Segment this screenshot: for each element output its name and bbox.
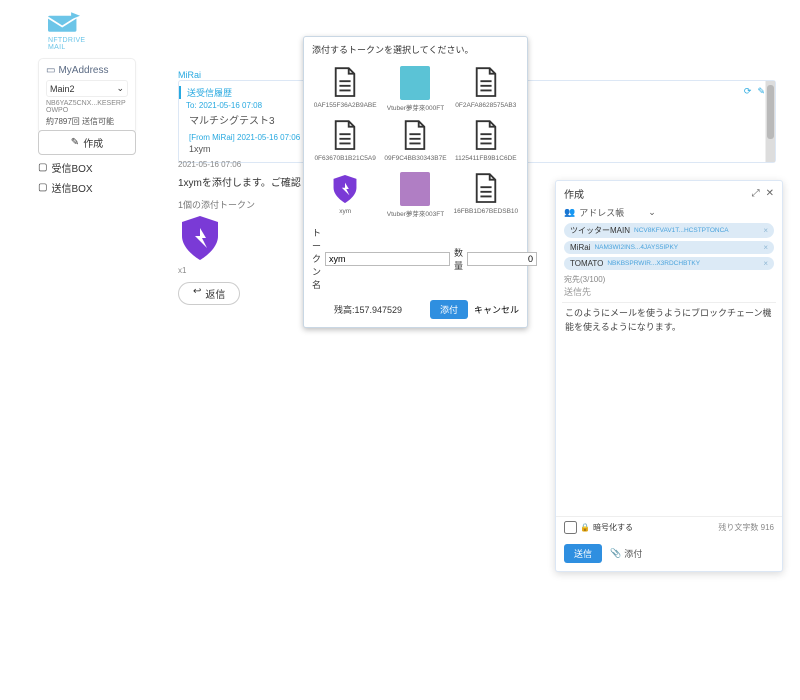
balance: 残高:157.947529 [312,303,424,316]
compose-title: 作成 [564,186,584,201]
send-button[interactable]: 送信 [564,544,602,563]
token-cell[interactable]: xym [310,168,380,221]
chip-remove-icon[interactable]: × [763,243,768,252]
recipient-chip[interactable]: MiRai NAM3WI2INS...4JAYS5IPKY × [564,241,774,254]
folder-icon: ▢ [38,182,47,193]
recipient-chip[interactable]: TOMATO NBKBSPRWIR...X3RDCHBTKY × [564,257,774,270]
token-label: Vtuber夢芽來000FT [387,102,444,111]
recipient-count: 宛先(3/100) [556,270,782,285]
token-cell[interactable]: 0F2AFA8628575AB3 [451,62,521,115]
token-cell[interactable]: Vtuber夢芽來000FT [380,62,450,115]
document-icon [400,119,430,153]
token-label: 1125411FB9B1C6DE [455,155,517,164]
chevron-down-icon: ⌄ [116,83,124,94]
reply-icon: ↩ [193,286,201,301]
brand-logo: NFTDRIVE MAIL [48,12,88,51]
token-label: Vtuber夢芽來003FT [387,208,444,217]
chip-name: ツイッターMAIN [570,225,630,236]
pencil-icon: ✎ [71,137,79,148]
token-cell[interactable]: 16FBB1D67BEDSB10 [451,168,521,221]
expand-icon[interactable]: ⤢ [752,188,760,199]
brand-name: NFTDRIVE MAIL [48,37,88,51]
token-label: 0AF155F36A2B9ABE [314,102,377,111]
dest-label: 送信先 [556,285,782,300]
token-label: 16FBB1D67BEDSB10 [453,208,518,217]
encrypt-toggle[interactable]: 🔒 暗号化する [564,521,633,534]
token-name-input[interactable] [325,252,450,266]
chars-remaining: 残り文字数 916 [718,522,774,533]
token-label: 0F2AFA8628575AB3 [455,102,516,111]
thread-scrollbar[interactable] [765,81,775,162]
token-cell[interactable]: 1125411FB9B1C6DE [451,115,521,168]
account-note: 約7897回 送信可能 [46,116,128,127]
myaddress-label: ▭ MyAddress [46,65,128,76]
paperclip-icon: 📎 [610,548,621,559]
token-name-label: トークン名 [312,226,321,291]
nft-thumbnail [400,66,430,100]
document-icon [330,119,360,153]
lock-icon: 🔒 [580,523,590,532]
chevron-down-icon: ⌄ [648,207,656,218]
chip-address: NCV8KFVAV1T...HCSTPTONCA [634,227,729,234]
token-cell[interactable]: 0F63670B1B21C5A9 [310,115,380,168]
history-label: 送受信履歴 [187,88,232,98]
card-icon: ▭ [46,65,55,76]
folder-icon: ▢ [38,162,47,173]
token-cell[interactable]: Vtuber夢芽來003FT [380,168,450,221]
token-cell[interactable]: 0AF155F36A2B9ABE [310,62,380,115]
modal-cancel-button[interactable]: キャンセル [474,303,519,316]
token-quantity: x1 [178,266,186,275]
attachment-count: 1個の添付トークン [178,198,255,211]
document-icon [471,119,501,153]
refresh-icon[interactable]: ⟳ [744,86,752,97]
chip-name: TOMATO [570,259,603,268]
attach-button[interactable]: 📎 添付 [610,547,642,560]
attached-token[interactable] [178,212,222,267]
document-icon [330,66,360,100]
nav-outbox[interactable]: ▢送信BOX [38,180,93,195]
qty-input[interactable] [467,252,537,266]
account-select[interactable]: Main2 ⌄ [46,80,128,97]
chip-name: MiRai [570,243,590,252]
msg-timestamp: 2021-05-16 07:06 [178,160,241,169]
myaddress-card: ▭ MyAddress Main2 ⌄ NB6YAZ5CNX...KESERPO… [38,58,136,134]
token-label: xym [339,208,351,217]
token-label: 0F63670B1B21C5A9 [314,155,375,164]
compose-panel: 作成 ⤢ ✕ 👥 アドレス帳 ⌄ ツイッターMAIN NCV8KFVAV1T...… [555,180,783,572]
token-label: 09F9C4BB30343B7E [384,155,446,164]
address-book-row[interactable]: 👥 アドレス帳 ⌄ [556,206,782,223]
modal-attach-button[interactable]: 添付 [430,300,468,319]
recipient-chip[interactable]: ツイッターMAIN NCV8KFVAV1T...HCSTPTONCA × [564,223,774,238]
chip-remove-icon[interactable]: × [763,226,768,235]
reply-button[interactable]: ↩ 返信 [178,282,240,305]
chip-address: NAM3WI2INS...4JAYS5IPKY [594,244,678,251]
encrypt-checkbox[interactable] [564,521,577,534]
compose-button[interactable]: ✎ 作成 [38,130,136,155]
document-icon [471,66,501,100]
qty-label: 数量 [454,246,463,272]
modal-title: 添付するトークンを選択してください。 [304,37,527,62]
compose-body[interactable]: このようにメールを使うようにブロックチェーン機能を使えるようになります。 [562,302,776,514]
token-picker-modal: 添付するトークンを選択してください。 0AF155F36A2B9ABE Vtube… [303,36,528,328]
nft-thumbnail [400,172,430,206]
shield-icon [330,172,360,206]
thread-sender: MiRai [178,70,201,80]
token-cell[interactable]: 09F9C4BB30343B7E [380,115,450,168]
account-address: NB6YAZ5CNX...KESERPOWPO [46,100,128,114]
close-icon[interactable]: ✕ [766,188,774,199]
nav-inbox[interactable]: ▢受信BOX [38,160,93,175]
chip-address: NBKBSPRWIR...X3RDCHBTKY [607,260,700,267]
edit-icon[interactable]: ✎ [757,86,765,97]
chip-remove-icon[interactable]: × [763,259,768,268]
document-icon [471,172,501,206]
addressbook-icon: 👥 [564,207,575,218]
